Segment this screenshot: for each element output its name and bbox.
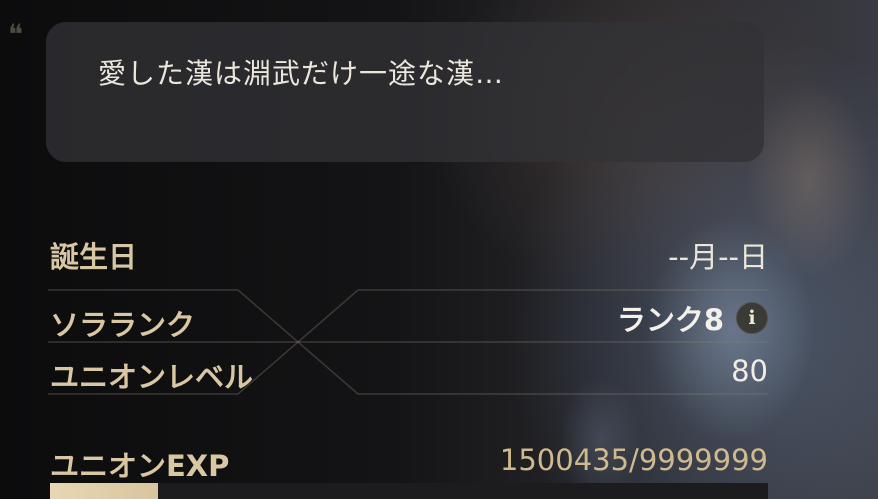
quote-mark-icon: ❝ — [8, 18, 24, 51]
sora-rank-value: ランク8 — [616, 303, 724, 337]
birthday-row: 誕生日 --月--日 — [48, 228, 768, 274]
sora-rank-value-group: ランク8 i — [616, 300, 768, 337]
union-level-row: ユニオンレベル 80 — [48, 348, 768, 394]
union-exp-progress-bar — [50, 483, 768, 499]
birthday-label: 誕生日 — [50, 240, 138, 274]
union-exp-value: 1500435/9999999 — [499, 443, 768, 477]
profile-quote-text: 愛した漢は淵武だけ一途な漢… — [98, 57, 505, 90]
union-exp-progress-fill — [50, 483, 158, 499]
sora-rank-row: ソラランク ランク8 i — [48, 296, 768, 342]
info-icon[interactable]: i — [736, 302, 768, 334]
union-level-label: ユニオンレベル — [50, 360, 254, 394]
union-exp-row: ユニオンEXP 1500435/9999999 — [48, 437, 768, 483]
birthday-value: --月--日 — [668, 240, 768, 274]
profile-quote-box: 愛した漢は淵武だけ一途な漢… — [46, 22, 764, 162]
union-level-value: 80 — [731, 354, 768, 388]
sora-rank-label: ソラランク — [50, 308, 196, 342]
union-exp-label: ユニオンEXP — [50, 449, 230, 483]
